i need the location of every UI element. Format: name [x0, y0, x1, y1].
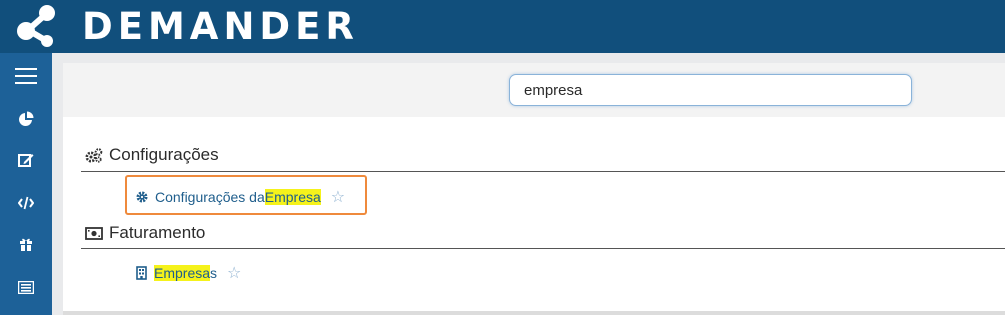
pie-chart-icon [19, 111, 34, 126]
code-icon [18, 196, 34, 210]
sidebar-item-edit[interactable] [0, 140, 52, 180]
result-item-empresas[interactable]: Empresa s ☆ [136, 263, 241, 283]
group-divider [81, 248, 1005, 249]
gear-icon [136, 191, 148, 203]
group-divider [81, 171, 1005, 172]
sidebar [0, 53, 52, 315]
logo-icon[interactable] [12, 4, 60, 48]
gears-icon [85, 147, 103, 163]
group-title: Faturamento [109, 223, 206, 242]
brand-name: DEMANDER [82, 5, 359, 48]
group-title: Configurações [109, 145, 219, 164]
gift-icon [20, 238, 32, 251]
sidebar-item-dashboard[interactable] [0, 99, 52, 139]
list-icon [18, 280, 34, 294]
result-text: Configurações da [155, 189, 265, 205]
building-icon [136, 266, 147, 280]
search-highlight: Empresa [264, 189, 321, 205]
main-content: Configurações Configurações da Empresa ☆ [52, 53, 1005, 315]
sidebar-item-gift[interactable] [0, 224, 52, 264]
result-text-suffix: s [210, 265, 218, 281]
hamburger-icon [15, 68, 37, 84]
search-bar [63, 63, 1005, 117]
result-item-configuracoes-da-empresa[interactable]: Configurações da Empresa ☆ [136, 187, 345, 207]
favorite-star-icon[interactable]: ☆ [331, 187, 345, 207]
edit-icon [18, 154, 34, 167]
search-results: Configurações Configurações da Empresa ☆ [63, 117, 1005, 311]
money-icon [85, 226, 103, 240]
search-input[interactable] [509, 74, 912, 106]
group-header-configuracoes: Configurações [85, 145, 219, 165]
sidebar-item-menu[interactable] [0, 56, 52, 96]
top-header: DEMANDER [0, 0, 1005, 53]
sidebar-item-list[interactable] [0, 267, 52, 307]
group-header-faturamento: Faturamento [85, 223, 205, 243]
panel-bottom-edge [63, 311, 1005, 315]
favorite-star-icon[interactable]: ☆ [227, 263, 241, 283]
sidebar-item-code[interactable] [0, 183, 52, 223]
search-highlight: Empresa [154, 265, 211, 281]
